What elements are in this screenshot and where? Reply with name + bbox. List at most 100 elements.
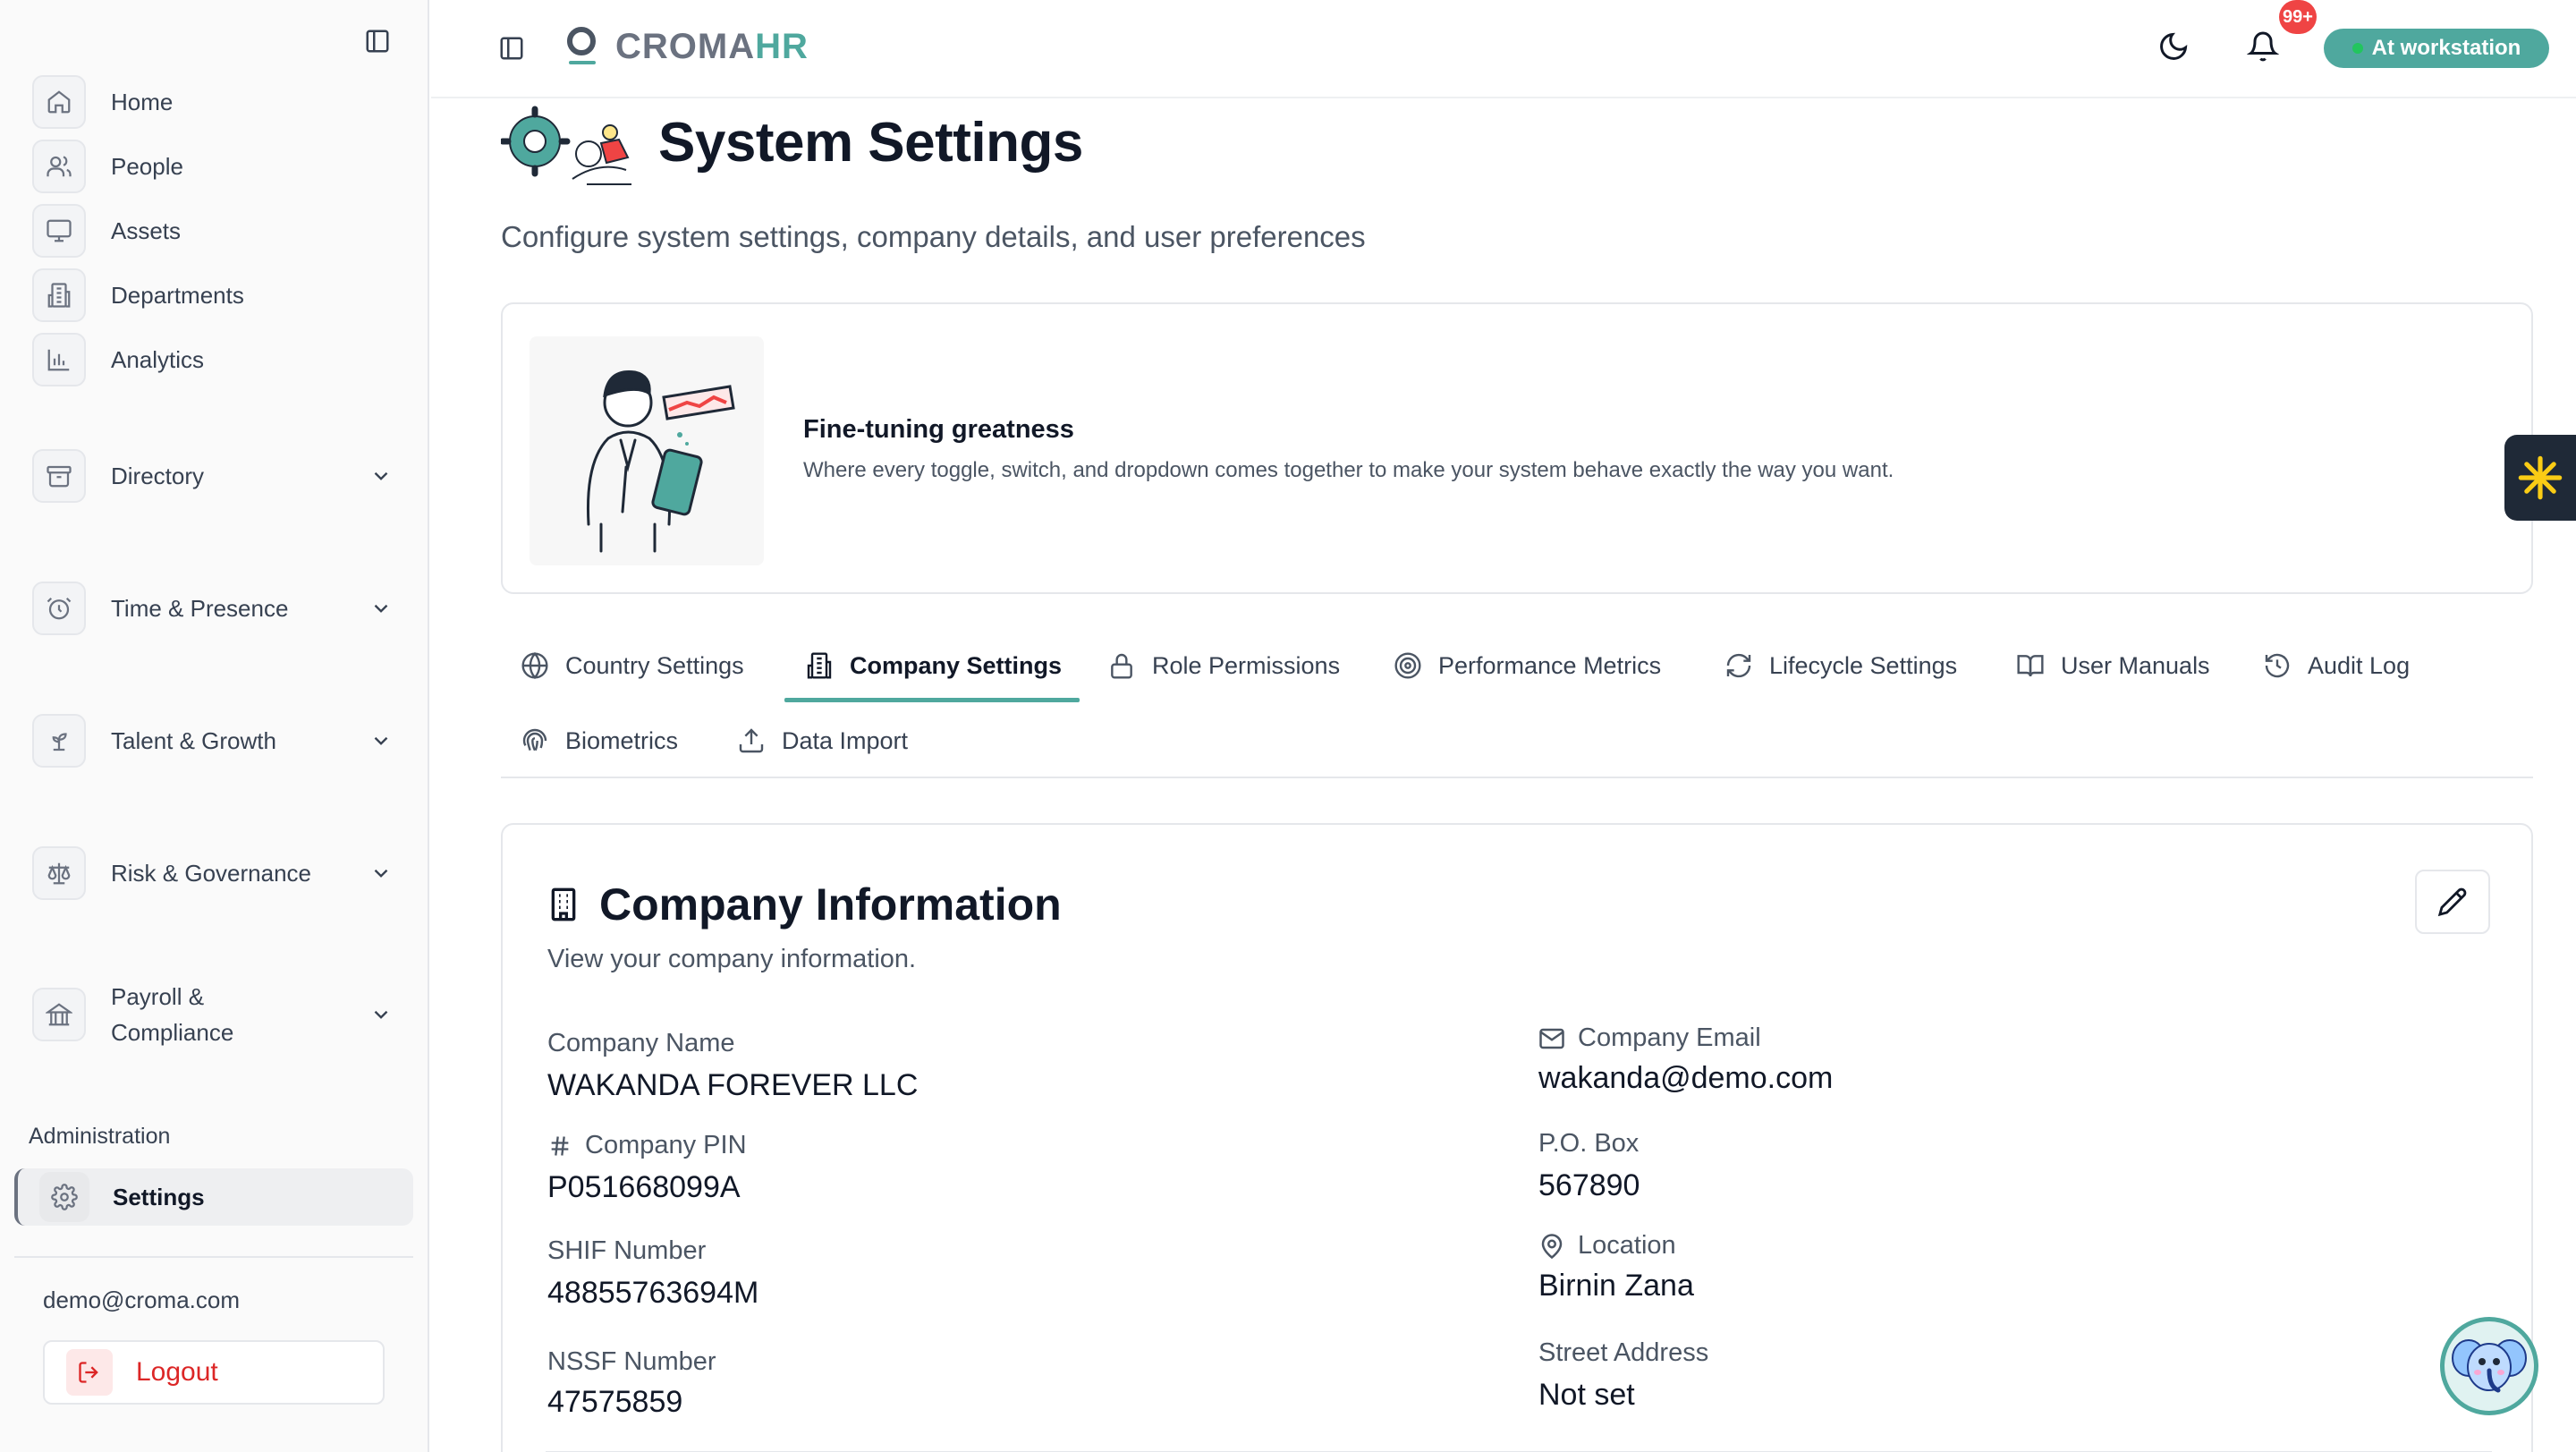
field-label-text: Street Address [1538,1338,1709,1367]
chevron-down-icon[interactable] [363,458,399,494]
tab-biometrics[interactable]: Biometrics [521,714,678,768]
tab-label: Biometrics [565,726,679,754]
sidebar-divider [14,1256,413,1258]
alarm-clock-icon [32,582,86,635]
field-label-text: Company Name [547,1029,735,1057]
chevron-down-icon[interactable] [363,723,399,759]
company-email-label: Company Email [1538,1023,1761,1053]
sidebar-item-analytics[interactable]: Analytics [32,331,399,388]
sidebar-toggle-icon[interactable] [360,23,395,59]
tab-user-manuals[interactable]: User Manuals [2016,639,2210,692]
tab-company-settings[interactable]: Company Settings [805,639,1062,692]
hash-icon [547,1134,572,1159]
upload-icon [737,726,766,755]
company-information-card: Company Information View your company in… [501,823,2533,1452]
sidebar-item-label: People [111,153,183,180]
sidebar-group-label: Directory [111,463,205,489]
tab-lifecycle-settings[interactable]: Lifecycle Settings [1724,639,1957,692]
shif-number-value: 48855763694M [547,1276,759,1310]
book-icon [2016,651,2045,680]
street-address-label: Street Address [1538,1338,1708,1368]
field-label-text: Company PIN [585,1131,747,1159]
sidebar-group-time-presence[interactable]: Time & Presence [32,580,399,637]
tab-country-settings[interactable]: Country Settings [521,639,744,692]
side-widget-sparkle-icon[interactable] [2504,435,2576,521]
location-label: Location [1538,1231,1676,1261]
sidebar-section-label: Administration [29,1124,171,1149]
app-logo[interactable]: CROMAHR [564,25,809,68]
banner-text: Where every toggle, switch, and dropdown… [803,458,1894,482]
field-label-text: NSSF Number [547,1347,716,1376]
tab-label: Performance Metrics [1438,651,1662,679]
sidebar-item-assets[interactable]: Assets [32,202,399,259]
sidebar-item-label: Departments [111,282,244,309]
sidebar-item-home[interactable]: Home [32,73,399,131]
gear-icon [39,1172,89,1222]
sidebar-item-settings[interactable]: Settings [14,1168,413,1226]
tab-data-import[interactable]: Data Import [737,714,908,768]
globe-icon [521,651,549,680]
logo-mark-icon [564,25,603,68]
sidebar-group-label-line2: Compliance [111,1019,234,1046]
pencil-icon [2437,887,2468,917]
scale-icon [32,846,86,900]
landmark-icon [32,988,86,1041]
tab-label: Role Permissions [1152,651,1341,679]
tab-audit-log[interactable]: Audit Log [2263,639,2410,692]
company-email-value: wakanda@demo.com [1538,1061,1834,1095]
edit-button[interactable] [2415,870,2490,934]
status-label: At workstation [2371,36,2521,60]
sidebar-group-payroll-compliance[interactable]: Payroll & Compliance [32,983,399,1046]
sidebar-item-label: Home [111,89,174,115]
refresh-icon [1724,651,1753,680]
status-badge[interactable]: At workstation [2324,29,2549,68]
users-icon [32,140,86,193]
company-pin-label: Company PIN [547,1131,747,1160]
field-label-text: SHIF Number [547,1236,707,1265]
sidebar-item-label: Assets [111,217,182,244]
building-icon [805,651,834,680]
po-box-label: P.O. Box [1538,1129,1639,1159]
history-icon [2263,651,2292,680]
po-box-value: 567890 [1538,1168,1640,1202]
sidebar-item-departments[interactable]: Departments [32,267,399,324]
nssf-number-value: 47575859 [547,1385,683,1419]
tabs-divider [501,777,2533,778]
sidebar-group-talent-growth[interactable]: Talent & Growth [32,712,399,769]
fingerprint-icon [521,726,549,755]
chevron-down-icon[interactable] [363,590,399,626]
sidebar-group-directory[interactable]: Directory [32,447,399,505]
company-name-value: WAKANDA FOREVER LLC [547,1068,919,1102]
logout-icon [66,1349,113,1396]
chevron-down-icon[interactable] [363,997,399,1032]
dark-mode-icon[interactable] [2157,30,2190,63]
tab-label: User Manuals [2061,651,2210,679]
nssf-number-label: NSSF Number [547,1347,716,1377]
field-label-text: Company Email [1578,1023,1761,1052]
banner-illustration [530,336,764,565]
chevron-down-icon[interactable] [363,855,399,891]
sidebar-group-label: Risk & Governance [111,860,311,887]
notification-badge: 99+ [2279,0,2317,34]
sprout-icon [32,714,86,768]
shif-number-label: SHIF Number [547,1236,706,1266]
tab-role-permissions[interactable]: Role Permissions [1107,639,1340,692]
notifications-bell-icon[interactable] [2247,30,2279,63]
company-name-label: Company Name [547,1029,735,1058]
archive-icon [32,449,86,503]
street-address-value: Not set [1538,1378,1635,1412]
active-tab-indicator [784,698,1080,702]
field-label-text: Location [1578,1231,1676,1260]
sidebar-group-risk-governance[interactable]: Risk & Governance [32,845,399,902]
sidebar-item-people[interactable]: People [32,138,399,195]
company-pin-value: P051668099A [547,1170,741,1204]
chat-assistant-avatar[interactable] [2440,1317,2538,1415]
tab-performance-metrics[interactable]: Performance Metrics [1394,639,1661,692]
tab-label: Audit Log [2308,651,2411,679]
card-title: Company Information [546,879,1062,930]
tab-label: Country Settings [565,651,744,679]
logout-button[interactable]: Logout [43,1340,385,1405]
settings-illustration [501,98,644,197]
panel-toggle-icon[interactable] [494,30,530,66]
tab-label: Data Import [782,726,909,754]
